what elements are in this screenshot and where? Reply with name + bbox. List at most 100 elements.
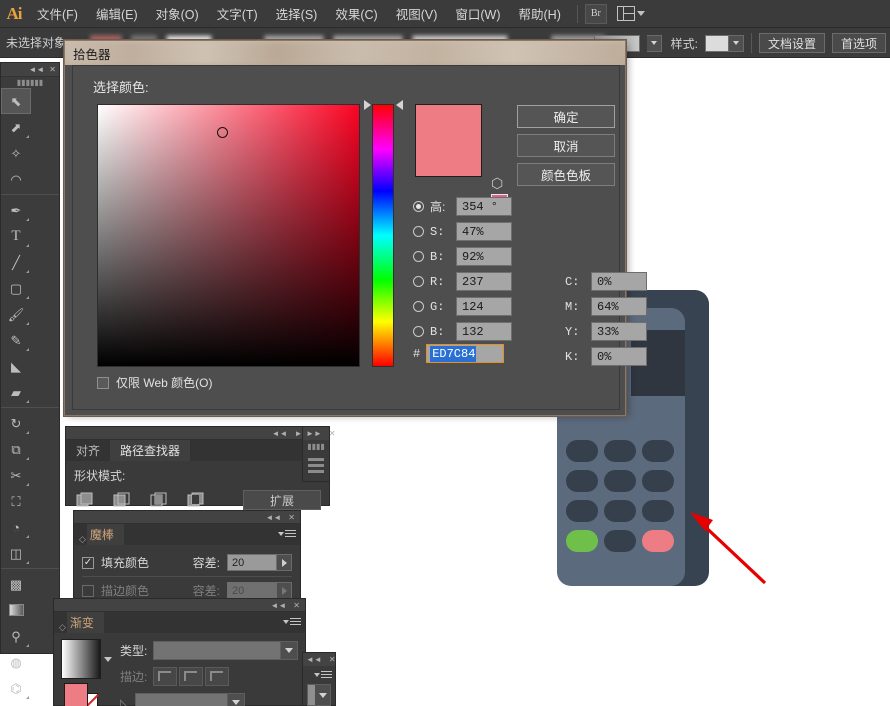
mini-fill-swatch[interactable] (63, 683, 88, 706)
tool-rotate[interactable]: ↻ (1, 410, 31, 436)
hue-radio[interactable] (413, 201, 424, 212)
brightness-value[interactable]: 92% (456, 247, 512, 266)
tool-eyedropper[interactable]: ⚲ (1, 623, 31, 649)
stroke-tolerance-value[interactable]: 20 (227, 582, 277, 599)
menu-window[interactable]: 窗口(W) (446, 0, 509, 28)
close-icon[interactable]: ✕ (288, 513, 295, 522)
close-icon[interactable]: ✕ (49, 65, 56, 74)
tool-rectangle[interactable]: ▢ (1, 275, 31, 301)
color-swatches-button[interactable]: 颜色色板 (517, 163, 615, 186)
tool-lasso[interactable]: ◠ (1, 166, 31, 192)
collapse-icon[interactable]: ◄◄ (28, 65, 44, 74)
expand-button[interactable]: 扩展 (243, 490, 321, 510)
collapse-icon[interactable]: ◄◄ (270, 601, 286, 610)
color-marker[interactable] (217, 127, 228, 138)
fill-color-checkbox[interactable]: ✓ (82, 556, 94, 569)
tab-gradient[interactable]: 渐变 (66, 612, 104, 633)
tool-blob-brush[interactable]: ◣ (1, 353, 31, 379)
tool-mesh[interactable]: ▩ (1, 571, 31, 597)
tool-pen[interactable]: ✒ (1, 197, 31, 223)
bridge-icon[interactable]: Br (584, 3, 607, 24)
chevron-down-icon[interactable] (104, 656, 112, 662)
gradient-angle-select[interactable] (135, 693, 246, 706)
menu-help[interactable]: 帮助(H) (510, 0, 570, 28)
ok-button[interactable]: 确定 (517, 105, 615, 128)
menu-file[interactable]: 文件(F) (28, 0, 87, 28)
tool-perspective-grid[interactable]: ◫ (1, 540, 31, 566)
green-value[interactable]: 124 (456, 297, 512, 316)
yellow-value[interactable]: 33% (591, 322, 647, 341)
arrange-documents-button[interactable] (616, 6, 645, 21)
menu-effect[interactable]: 效果(C) (326, 0, 386, 28)
tool-scale[interactable]: ⧉ (1, 436, 31, 462)
unite-icon[interactable] (74, 490, 96, 510)
menu-view[interactable]: 视图(V) (387, 0, 447, 28)
gradient-preview-swatch[interactable] (61, 639, 101, 679)
tool-free-transform[interactable]: ⛶ (1, 488, 31, 514)
opacity-dropdown-arrow[interactable] (646, 34, 662, 52)
tool-width[interactable]: ✂ (1, 462, 31, 488)
brightness-radio[interactable] (413, 251, 424, 262)
green-radio[interactable] (413, 301, 424, 312)
document-setup-button[interactable]: 文档设置 (758, 33, 825, 53)
collapsed-dock-grip[interactable]: ▮▮▮▮ (303, 440, 329, 452)
blue-value[interactable]: 132 (456, 322, 512, 341)
saturation-value[interactable]: 47% (456, 222, 512, 241)
blue-radio[interactable] (413, 326, 424, 337)
stroke-across-icon[interactable] (205, 667, 230, 686)
tool-selection[interactable]: ⬉ (1, 88, 31, 114)
tools-panel-grip[interactable]: ▮▮▮▮▮▮ (1, 77, 59, 88)
stroke-along-icon[interactable] (179, 667, 204, 686)
saturation-radio[interactable] (413, 226, 424, 237)
close-icon[interactable]: ✕ (329, 655, 336, 664)
cancel-button[interactable]: 取消 (517, 134, 615, 157)
collapse-icon[interactable]: ◄◄ (306, 655, 322, 664)
hex-input[interactable]: ED7C84 (426, 344, 505, 363)
collapse-icon[interactable]: ◄◄ (265, 513, 281, 522)
magenta-value[interactable]: 64% (591, 297, 647, 316)
tool-gradient[interactable] (1, 597, 31, 623)
web-colors-only-checkbox[interactable] (97, 376, 109, 389)
tool-shape-builder[interactable]: ◔ (1, 514, 31, 540)
fill-tolerance-value[interactable]: 20 (227, 554, 277, 571)
tool-magic-wand[interactable]: ✧ (1, 140, 31, 166)
tool-direct-selection[interactable]: ⬈ (1, 114, 31, 140)
tab-magic-wand[interactable]: 魔棒 (86, 524, 124, 545)
red-radio[interactable] (413, 276, 424, 287)
tool-blend[interactable]: ◍ (1, 649, 31, 675)
tool-eraser[interactable]: ▰ (1, 379, 31, 405)
tool-type[interactable]: T (1, 223, 31, 249)
tab-align[interactable]: 对齐 (66, 440, 111, 461)
menu-edit[interactable]: 编辑(E) (87, 0, 147, 28)
collapsed-dock2-dropdown[interactable] (315, 685, 330, 705)
tool-column-graph[interactable]: ▥ (1, 701, 31, 706)
expand-icon[interactable]: ►► (306, 429, 322, 438)
stroke-within-icon[interactable] (153, 667, 178, 686)
collapsed-dock-icon[interactable] (303, 452, 329, 479)
saturation-value-field[interactable] (97, 104, 360, 367)
tool-symbol-sprayer[interactable]: ⌬ (1, 675, 31, 701)
collapsed-dock2-field[interactable] (307, 684, 331, 706)
intersect-icon[interactable] (148, 490, 170, 510)
collapse-icon[interactable]: ◄◄ (272, 429, 288, 438)
fill-tolerance-stepper[interactable]: 20 (227, 554, 292, 571)
fill-tolerance-spin[interactable] (277, 554, 292, 571)
stroke-tolerance-spin[interactable] (277, 582, 292, 599)
tool-pencil[interactable]: ✎ (1, 327, 31, 353)
magic-wand-panel-menu-button[interactable] (278, 528, 296, 539)
style-dropdown-arrow[interactable] (728, 34, 744, 52)
gradient-type-select[interactable] (153, 641, 298, 660)
tool-paintbrush[interactable]: 🖌 (1, 301, 31, 327)
hue-slider[interactable] (372, 104, 394, 367)
style-swatch[interactable] (704, 34, 729, 52)
black-value[interactable]: 0% (591, 347, 647, 366)
collapsed-dock2-menu[interactable] (303, 666, 335, 680)
tab-pathfinder[interactable]: 路径查找器 (110, 440, 191, 461)
stroke-color-checkbox[interactable] (82, 584, 94, 597)
menu-type[interactable]: 文字(T) (208, 0, 267, 28)
gradient-type-arrow[interactable] (280, 642, 297, 659)
style-swatch-group[interactable] (704, 34, 744, 52)
gradient-angle-arrow[interactable] (227, 694, 245, 706)
red-value[interactable]: 237 (456, 272, 512, 291)
minus-front-icon[interactable] (111, 490, 133, 510)
